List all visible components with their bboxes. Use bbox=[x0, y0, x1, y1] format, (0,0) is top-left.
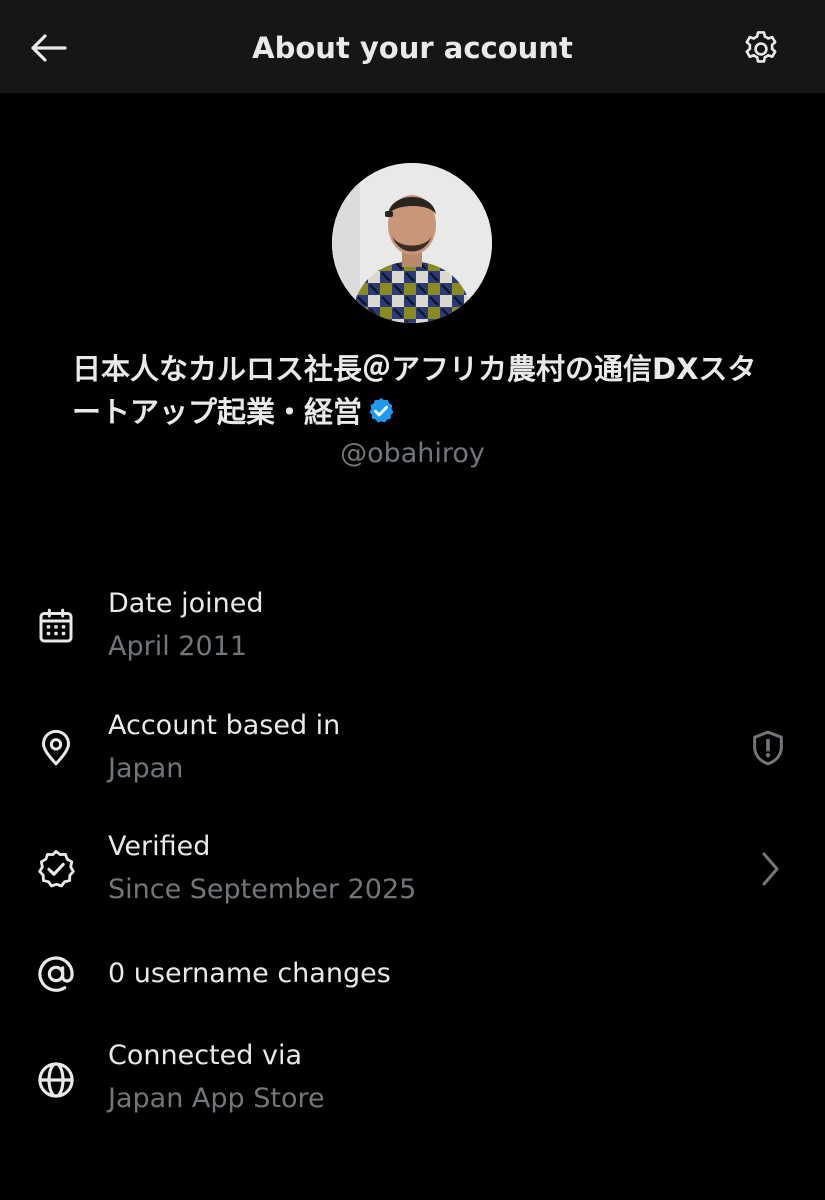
account-based-in-row: Account based in Japan bbox=[0, 704, 825, 804]
account-based-in-value: Japan bbox=[108, 753, 184, 784]
profile-photo bbox=[332, 163, 492, 323]
verified-badge-icon bbox=[369, 397, 394, 423]
settings-button[interactable] bbox=[738, 26, 784, 72]
connected-via-row: Connected via Japan App Store bbox=[0, 1034, 825, 1134]
username-handle: @obahiroy bbox=[340, 438, 485, 469]
page-title: About your account bbox=[252, 31, 573, 65]
gear-icon bbox=[745, 31, 777, 63]
display-name: 日本人なカルロス社長＠アフリカ農村の通信DXスタートアップ起業・経営 bbox=[72, 348, 762, 434]
connected-via-label: Connected via bbox=[108, 1040, 302, 1071]
verified-value: Since September 2025 bbox=[108, 874, 417, 905]
top-bar: About your account bbox=[0, 0, 825, 93]
location-pin-icon bbox=[34, 726, 78, 770]
date-joined-row: Date joined April 2011 bbox=[0, 582, 825, 682]
globe-icon bbox=[34, 1058, 78, 1102]
account-based-in-label: Account based in bbox=[108, 710, 341, 741]
date-joined-label: Date joined bbox=[108, 588, 264, 619]
verified-check-icon bbox=[34, 847, 78, 891]
shield-alert-icon[interactable] bbox=[746, 726, 790, 770]
at-sign-icon bbox=[34, 952, 78, 996]
display-name-text: 日本人なカルロス社長＠アフリカ農村の通信DXスタートアップ起業・経営 bbox=[72, 352, 757, 429]
calendar-icon bbox=[34, 604, 78, 648]
username-changes-label: 0 username changes bbox=[108, 958, 391, 989]
date-joined-value: April 2011 bbox=[108, 631, 248, 662]
verified-row[interactable]: Verified Since September 2025 bbox=[0, 825, 825, 925]
verified-label: Verified bbox=[108, 831, 211, 862]
avatar[interactable] bbox=[332, 163, 492, 323]
chevron-right-icon[interactable] bbox=[748, 847, 792, 891]
connected-via-value: Japan App Store bbox=[108, 1083, 325, 1114]
